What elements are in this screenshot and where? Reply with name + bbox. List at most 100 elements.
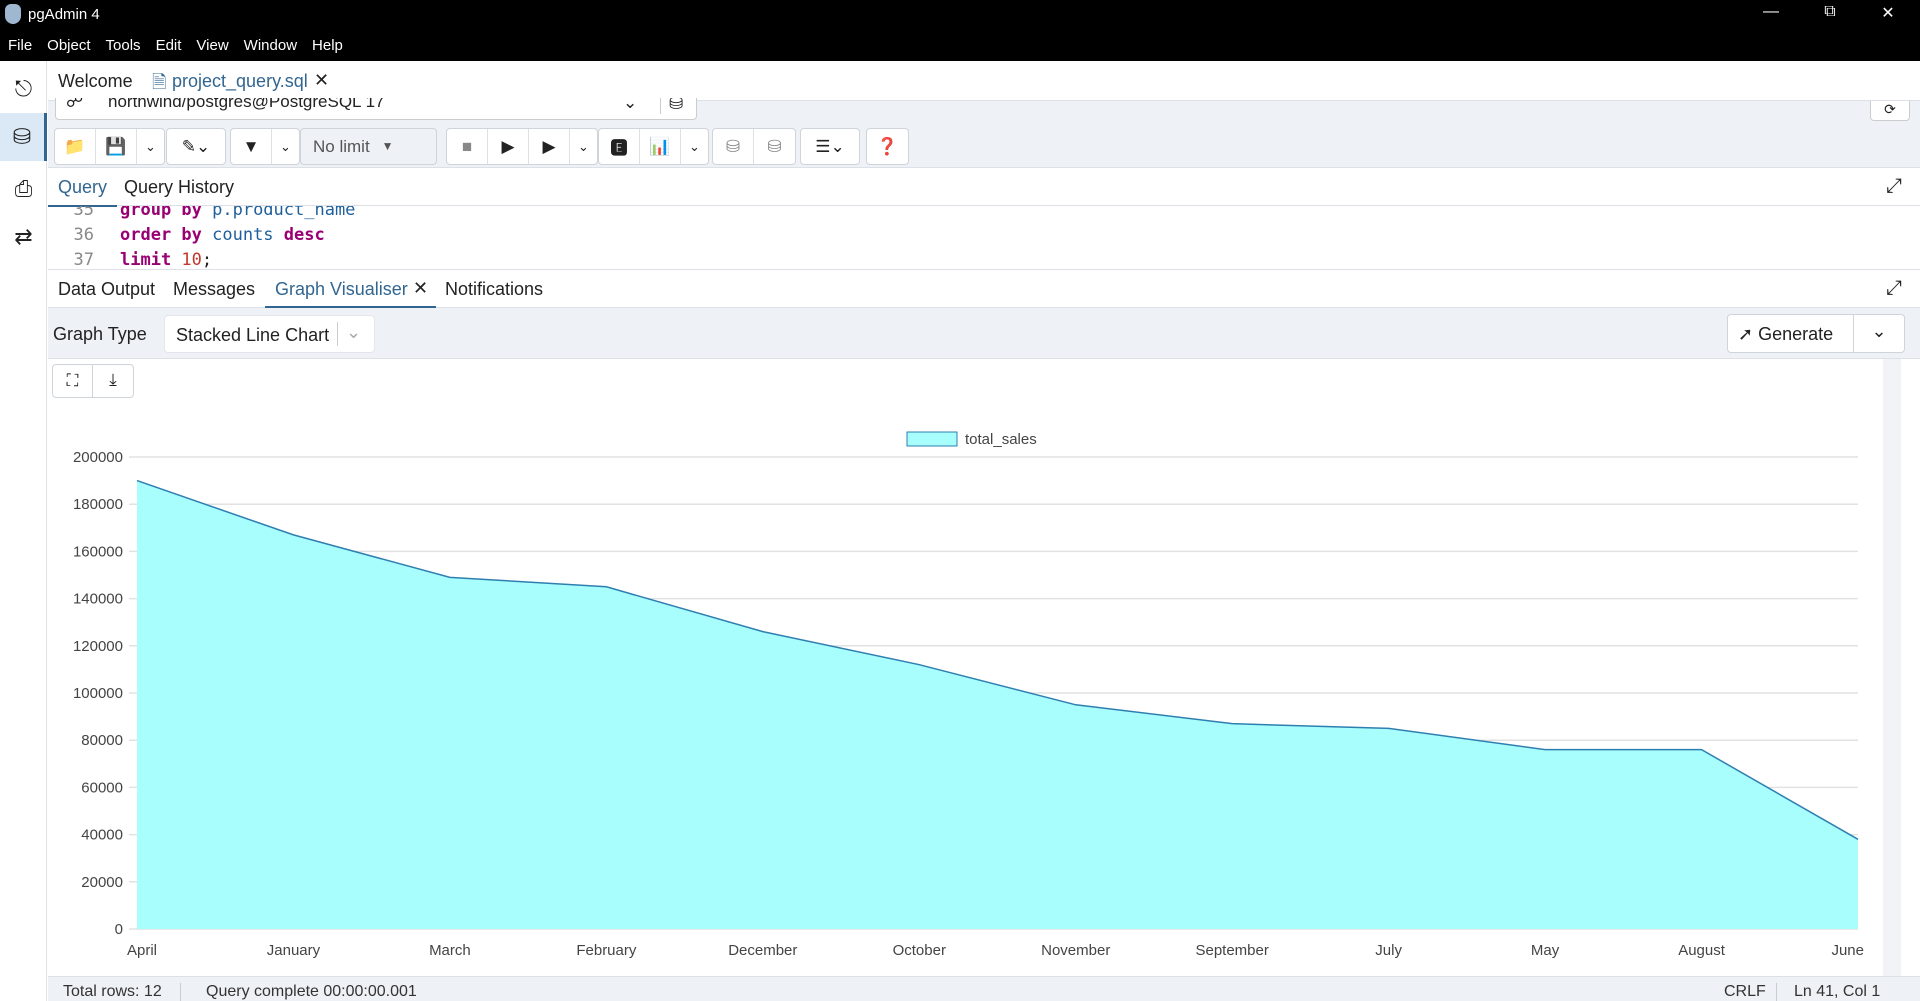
x-tick-label: October	[893, 942, 946, 959]
execute-options-chevron-icon[interactable]: ⌄	[570, 129, 597, 164]
tab-query-file[interactable]: 🗎 project_query.sql ✕	[148, 61, 384, 101]
area-fill-total_sales	[137, 480, 1858, 929]
dropdown-caret-icon: ▼	[381, 139, 394, 153]
line-number: 37	[73, 250, 94, 270]
tab-query-file-label: project_query.sql	[172, 71, 308, 91]
x-tick-label: April	[127, 942, 157, 959]
pgadmin-logo-icon	[5, 4, 21, 24]
expand-icon[interactable]: ⤢	[1886, 175, 1902, 198]
execute-button[interactable]: ▶	[488, 129, 529, 164]
tab-graph-visualiser[interactable]: Graph Visualiser ✕	[265, 271, 436, 308]
left-sidebar: ⎋ ⛁ ⎙ ⇄	[0, 61, 47, 1001]
graph-panel: ⛶ ⤓ 0 20000 40000 60000 80000 100000 120000 140…	[48, 359, 1901, 976]
y-tick-label: 40000	[81, 827, 123, 844]
explain-button-group: 🅴 📊 ⌄	[598, 128, 709, 165]
edit-pencil-icon[interactable]: ✎⌄	[167, 129, 225, 164]
commit-button[interactable]: ⛁	[713, 129, 754, 164]
close-window-button[interactable]: ✕	[1873, 3, 1903, 23]
file-button-group: 📁 💾 ⌄	[54, 128, 165, 165]
file-icon: 🗎	[152, 72, 167, 92]
generate-button-group: ➚ Generate ⌄	[1727, 314, 1905, 353]
rollback-button[interactable]: ⛁	[754, 129, 795, 164]
graph-type-value: Stacked Line Chart	[176, 325, 330, 345]
expand-icon[interactable]: ⤢	[1886, 277, 1902, 300]
execute-button-group: ■ ▶ ▶ ⌄	[446, 128, 598, 165]
y-tick-label: 200000	[73, 449, 123, 466]
y-tick-label: 100000	[73, 685, 123, 702]
menu-file[interactable]: File	[6, 37, 39, 54]
restore-button[interactable]: ⧉	[1815, 3, 1845, 21]
status-bar: Total rows: 12 Query complete 00:00:00.0…	[48, 976, 1920, 1001]
minimize-button[interactable]: —	[1756, 3, 1786, 21]
psql-terminal-icon[interactable]: ⎙	[0, 165, 47, 213]
generate-options-chevron-icon[interactable]: ⌄	[1854, 315, 1904, 352]
menu-edit[interactable]: Edit	[154, 37, 189, 54]
y-tick-label: 0	[115, 921, 123, 938]
filter-icon[interactable]: ▼	[231, 129, 272, 164]
query-status: Query complete 00:00:00.001	[206, 983, 417, 1000]
chevron-down-icon: ⌄	[337, 322, 361, 346]
schema-diff-icon[interactable]: ⇄	[0, 213, 47, 261]
filter-chevron-icon[interactable]: ⌄	[272, 129, 299, 164]
object-explorer-icon[interactable]: ⎋	[0, 65, 47, 113]
code-line: group by p.product_name	[120, 206, 356, 220]
open-file-button[interactable]: 📁	[55, 129, 96, 164]
y-tick-label: 180000	[73, 496, 123, 513]
scrollbar[interactable]	[1883, 359, 1901, 976]
tab-graph-label: Graph Visualiser	[275, 279, 408, 299]
y-tick-label: 20000	[81, 874, 123, 891]
stop-button[interactable]: ■	[447, 129, 488, 164]
limit-value: No limit	[313, 137, 370, 156]
new-connection-icon[interactable]: ⛁	[660, 98, 683, 114]
explain-analyze-button[interactable]: 📊	[640, 129, 681, 164]
save-file-button[interactable]: 💾	[96, 129, 137, 164]
x-tick-label: November	[1041, 942, 1110, 959]
legend-swatch	[906, 431, 958, 447]
area-chart: 0 20000 40000 60000 80000 100000 120000 140000 1…	[73, 431, 1864, 959]
save-options-chevron-icon[interactable]: ⌄	[137, 129, 164, 164]
query-tool-icon[interactable]: ⛁	[0, 113, 47, 161]
explain-button[interactable]: 🅴	[599, 129, 640, 164]
code-line: limit 10;	[120, 250, 213, 270]
menu-bar: File Object Tools Edit View Window Help	[0, 29, 1920, 61]
y-tick-label: 60000	[81, 779, 123, 796]
tab-data-output[interactable]: Data Output	[58, 279, 155, 300]
connection-select[interactable]: ☍ northwind/postgres@PostgreSQL 17 ⌄ ⛁	[55, 98, 697, 120]
line-chart-icon: ➚	[1738, 324, 1754, 344]
sql-editor[interactable]: 35 group by p.product_name 36 order by coun…	[48, 206, 1920, 270]
close-tab-icon[interactable]: ✕	[314, 70, 329, 91]
tab-query-history[interactable]: Query History	[124, 177, 234, 198]
menu-object[interactable]: Object	[45, 37, 97, 54]
menu-view[interactable]: View	[194, 37, 235, 54]
y-tick-label: 140000	[73, 591, 123, 608]
edit-button-group: ✎⌄	[166, 128, 226, 165]
tab-welcome[interactable]: Welcome	[58, 71, 133, 92]
menu-tools[interactable]: Tools	[104, 37, 148, 54]
x-tick-label: May	[1531, 942, 1560, 959]
x-tick-label: January	[267, 942, 321, 959]
graph-type-row: Graph Type Stacked Line Chart ⌄ ➚ Genera…	[48, 308, 1920, 359]
explain-options-chevron-icon[interactable]: ⌄	[681, 129, 708, 164]
macros-button-group: ☰⌄	[800, 128, 860, 165]
connection-value: northwind/postgres@PostgreSQL 17	[108, 98, 385, 111]
refresh-icon[interactable]: ⟳	[1870, 101, 1910, 121]
close-tab-icon[interactable]: ✕	[413, 278, 428, 299]
tab-notifications[interactable]: Notifications	[445, 279, 543, 300]
line-ending: CRLF	[1724, 983, 1777, 1001]
x-tick-label: July	[1375, 942, 1402, 959]
transaction-button-group: ⛁ ⛁	[712, 128, 796, 165]
graph-type-label: Graph Type	[53, 324, 147, 344]
x-tick-label: June	[1831, 942, 1864, 959]
x-tick-label: August	[1678, 942, 1726, 959]
limit-select[interactable]: No limit ▼	[300, 128, 437, 165]
help-button[interactable]: ❓	[867, 129, 908, 164]
tab-messages[interactable]: Messages	[173, 279, 255, 300]
macros-list-icon[interactable]: ☰⌄	[801, 129, 859, 164]
menu-window[interactable]: Window	[242, 37, 304, 54]
generate-label: Generate	[1758, 324, 1834, 344]
tab-query[interactable]: Query	[48, 169, 118, 207]
graph-type-select[interactable]: Stacked Line Chart ⌄	[164, 315, 375, 353]
generate-button[interactable]: ➚ Generate	[1728, 315, 1854, 352]
execute-script-button[interactable]: ▶	[529, 129, 570, 164]
menu-help[interactable]: Help	[310, 37, 350, 54]
